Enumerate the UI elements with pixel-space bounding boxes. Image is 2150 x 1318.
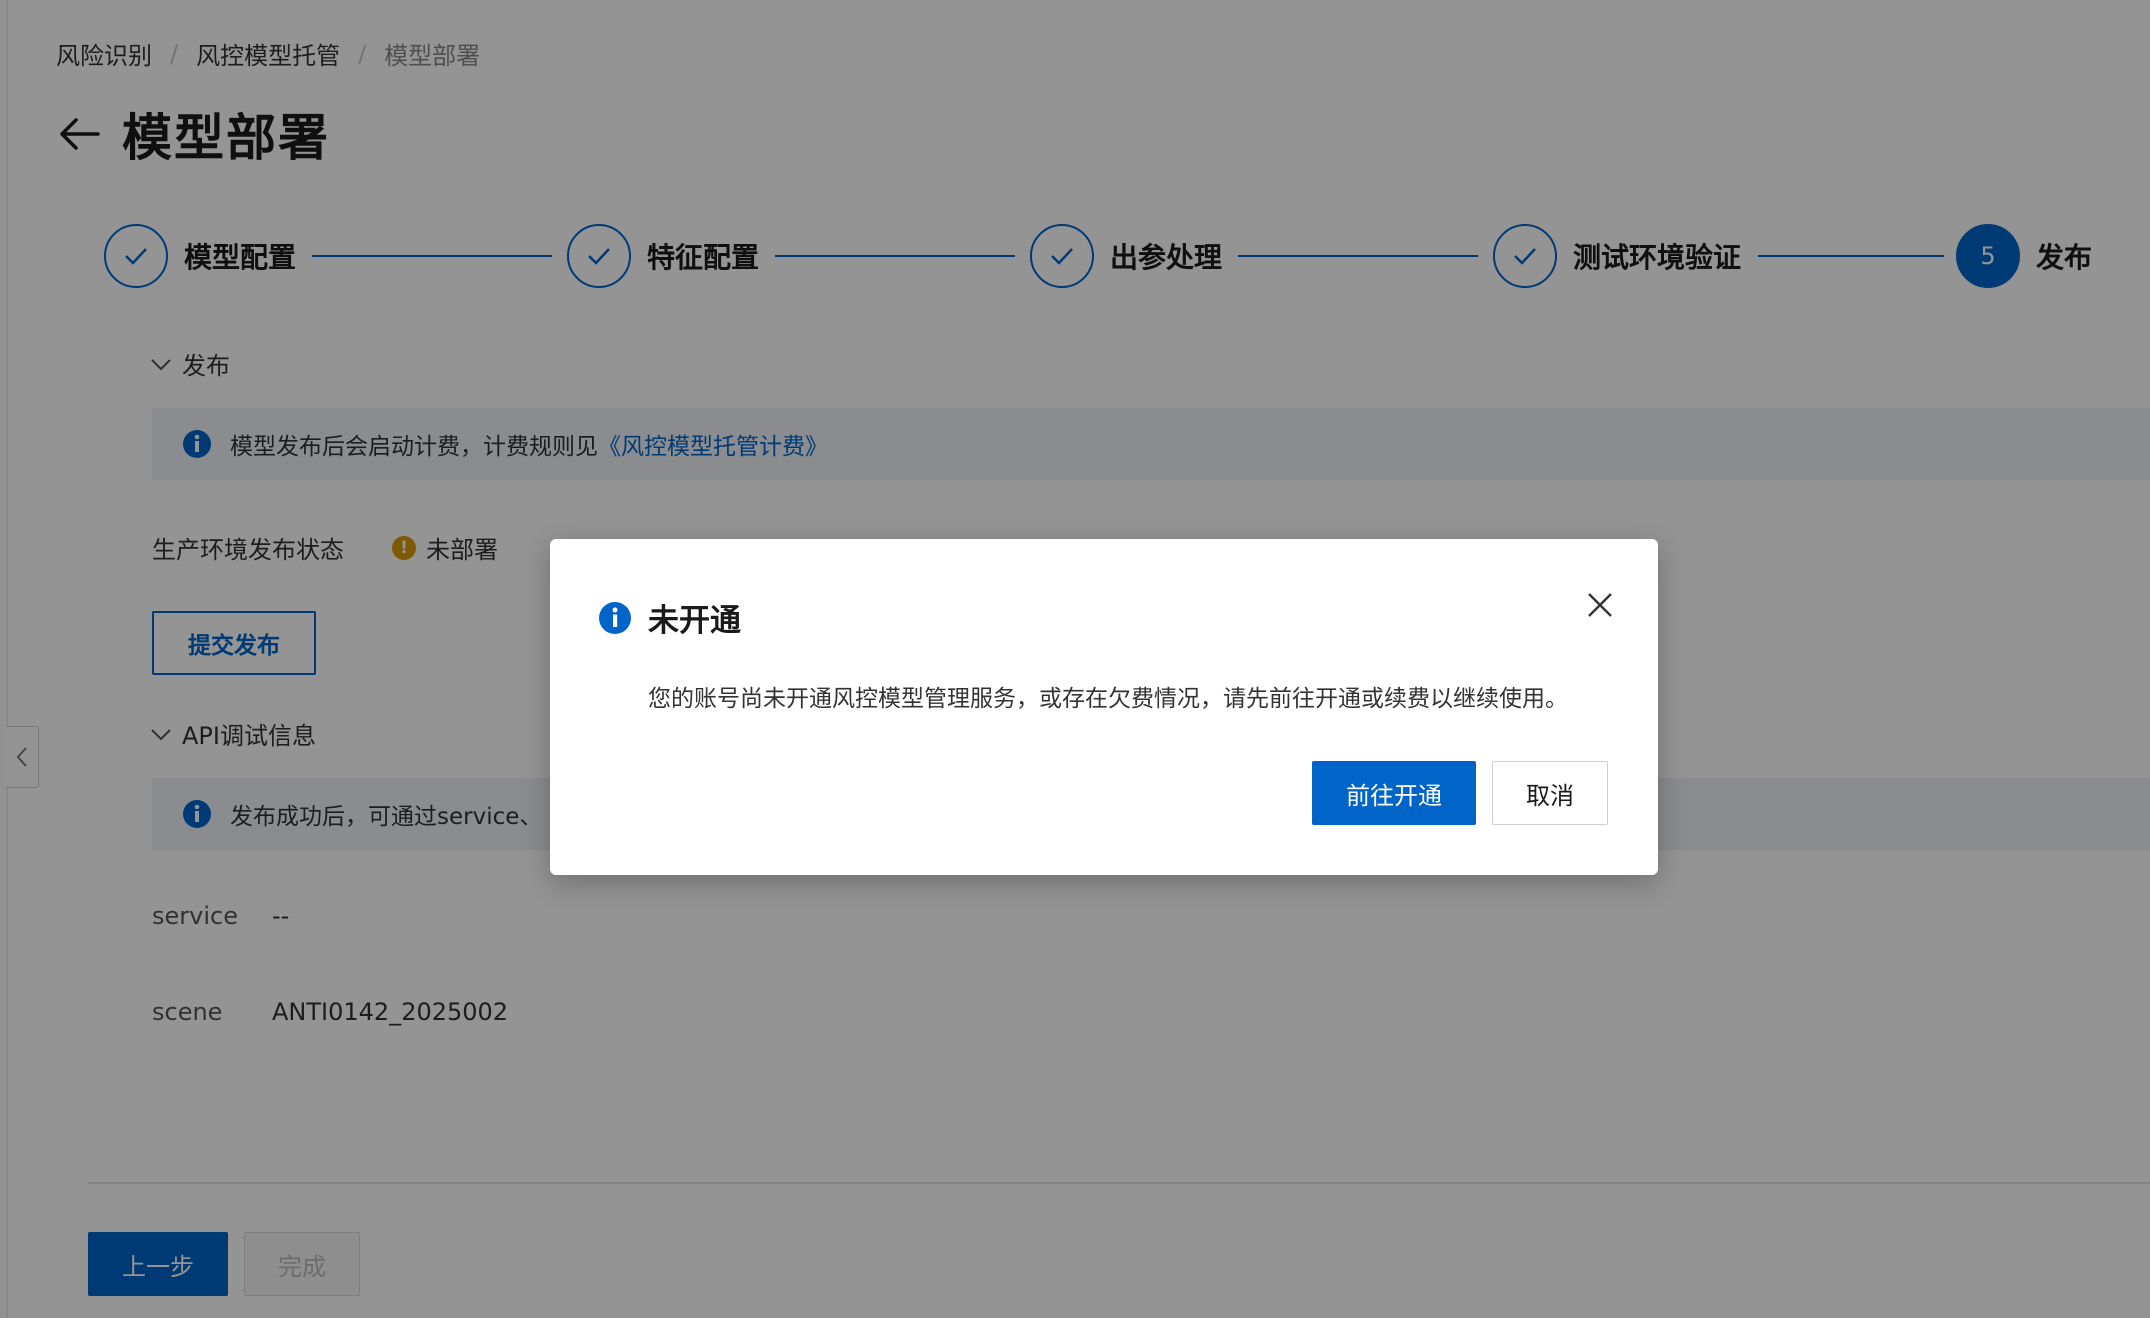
not-activated-dialog: 未开通 您的账号尚未开通风控模型管理服务，或存在欠费情况，请先前往开通或续费以继… xyxy=(550,539,1658,875)
page: 风险识别 / 风控模型托管 / 模型部署 模型部署 模型配置 特征配置 出参处理… xyxy=(0,0,2150,1318)
dialog-title: 未开通 xyxy=(648,603,741,639)
info-icon xyxy=(599,601,631,634)
activate-button[interactable]: 前往开通 xyxy=(1312,761,1476,825)
cancel-button[interactable]: 取消 xyxy=(1492,761,1608,825)
dialog-message: 您的账号尚未开通风控模型管理服务，或存在欠费情况，请先前往开通或续费以继续使用。 xyxy=(648,686,1568,712)
close-icon[interactable] xyxy=(1586,591,1614,619)
dialog-header: 未开通 xyxy=(598,595,741,640)
